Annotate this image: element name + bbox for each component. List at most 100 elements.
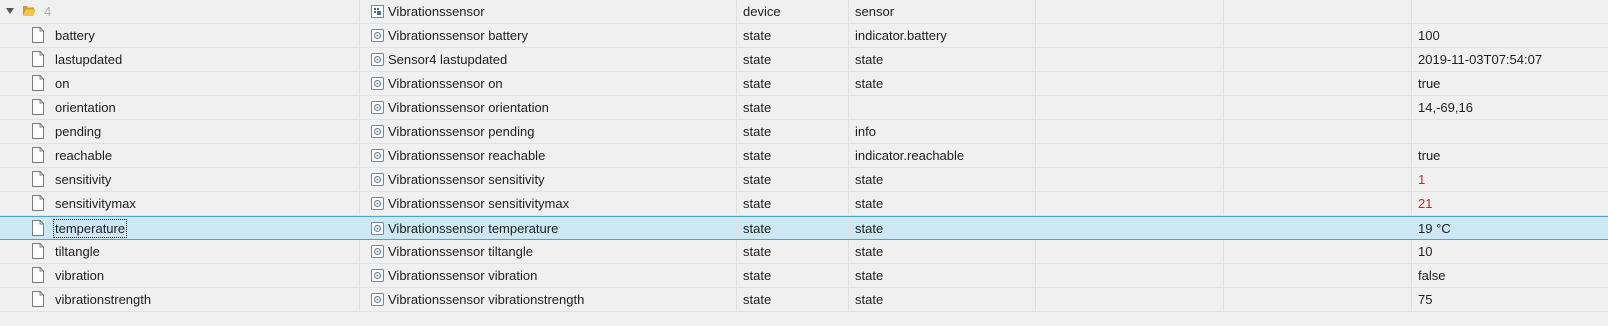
room-cell xyxy=(1036,217,1224,239)
tree-row-on[interactable]: on Vibrationssensor on state state true xyxy=(0,72,1608,96)
tree-row-reachable[interactable]: reachable Vibrationssensor reachable sta… xyxy=(0,144,1608,168)
type-cell: state xyxy=(737,240,849,263)
role-cell: state xyxy=(849,72,1036,95)
value-cell[interactable]: 10 xyxy=(1412,240,1608,263)
file-icon xyxy=(32,220,44,236)
function-cell xyxy=(1224,24,1412,47)
state-type-label: state xyxy=(743,28,772,43)
state-icon xyxy=(371,29,384,42)
state-value-label[interactable]: 19 °C xyxy=(1412,221,1451,236)
state-role-label: state xyxy=(855,292,884,307)
state-type-label: state xyxy=(743,52,772,67)
tree-row-vibrationstrength[interactable]: vibrationstrength Vibrationssensor vibra… xyxy=(0,288,1608,312)
id-cell: tiltangle xyxy=(0,240,360,263)
tree-row-device[interactable]: 4 Vibrationssensor device sensor xyxy=(0,0,1608,24)
state-type-label: state xyxy=(743,244,772,259)
id-cell: sensitivity xyxy=(0,168,360,191)
room-cell xyxy=(1036,240,1224,263)
role-cell: indicator.battery xyxy=(849,24,1036,47)
state-type-label: state xyxy=(743,292,772,307)
value-cell[interactable]: false xyxy=(1412,264,1608,287)
value-cell[interactable]: 19 °C xyxy=(1412,217,1608,239)
state-type-label: state xyxy=(743,124,772,139)
tree-row-tiltangle[interactable]: tiltangle Vibrationssensor tiltangle sta… xyxy=(0,240,1608,264)
room-cell xyxy=(1036,0,1224,23)
state-role-label: state xyxy=(855,220,884,236)
value-cell[interactable]: 21 xyxy=(1412,192,1608,215)
state-value-label[interactable]: 75 xyxy=(1412,292,1432,307)
state-name-label: Vibrationssensor vibrationstrength xyxy=(388,292,585,307)
name-cell: Vibrationssensor sensitivitymax xyxy=(360,192,737,215)
value-cell[interactable]: 100 xyxy=(1412,24,1608,47)
type-cell: state xyxy=(737,96,849,119)
state-value-label[interactable]: 100 xyxy=(1412,28,1440,43)
file-icon xyxy=(32,195,44,211)
state-name-label: Vibrationssensor temperature xyxy=(388,220,559,236)
id-cell: vibration xyxy=(0,264,360,287)
tree-row-sensitivitymax[interactable]: sensitivitymax Vibrationssensor sensitiv… xyxy=(0,192,1608,216)
state-name-label: Vibrationssensor pending xyxy=(388,124,535,139)
state-role-label: indicator.battery xyxy=(855,28,947,43)
name-cell: Vibrationssensor vibrationstrength xyxy=(360,288,737,311)
file-icon xyxy=(32,75,44,91)
device-id-label: 4 xyxy=(44,4,52,19)
state-id-label: battery xyxy=(55,28,95,43)
tree-row-orientation[interactable]: orientation Vibrationssensor orientation… xyxy=(0,96,1608,120)
folder-open-icon xyxy=(23,6,36,16)
room-cell xyxy=(1036,96,1224,119)
function-cell xyxy=(1224,264,1412,287)
function-cell xyxy=(1224,72,1412,95)
tree-row-lastupdated[interactable]: lastupdated Sensor4 lastupdated state st… xyxy=(0,48,1608,72)
state-value-label[interactable]: 2019-11-03T07:54:07 xyxy=(1412,52,1542,67)
collapse-arrow-icon[interactable] xyxy=(6,8,14,14)
id-cell: pending xyxy=(0,120,360,143)
state-name-label: Vibrationssensor sensitivity xyxy=(388,172,545,187)
value-cell[interactable]: 1 xyxy=(1412,168,1608,191)
device-role-label: sensor xyxy=(855,4,895,19)
state-icon xyxy=(371,245,384,258)
state-id-label: sensitivitymax xyxy=(55,196,136,211)
state-value-label[interactable]: 1 xyxy=(1412,172,1425,187)
tree-row-battery[interactable]: battery Vibrationssensor battery state i… xyxy=(0,24,1608,48)
state-icon xyxy=(371,77,384,90)
file-icon xyxy=(32,27,44,43)
value-cell[interactable]: 14,-69,16 xyxy=(1412,96,1608,119)
state-value-label[interactable]: 21 xyxy=(1412,196,1432,211)
state-value-label[interactable]: true xyxy=(1412,76,1440,91)
room-cell xyxy=(1036,48,1224,71)
type-cell: state xyxy=(737,48,849,71)
name-cell: Vibrationssensor vibration xyxy=(360,264,737,287)
role-cell: state xyxy=(849,48,1036,71)
role-cell: indicator.reachable xyxy=(849,144,1036,167)
state-value-label[interactable]: true xyxy=(1412,148,1440,163)
value-cell[interactable]: true xyxy=(1412,72,1608,95)
name-cell: Vibrationssensor pending xyxy=(360,120,737,143)
function-cell xyxy=(1224,192,1412,215)
tree-row-vibration[interactable]: vibration Vibrationssensor vibration sta… xyxy=(0,264,1608,288)
function-cell xyxy=(1224,217,1412,239)
device-icon xyxy=(371,5,384,18)
tree-row-sensitivity[interactable]: sensitivity Vibrationssensor sensitivity… xyxy=(0,168,1608,192)
room-cell xyxy=(1036,72,1224,95)
type-cell: state xyxy=(737,144,849,167)
state-id-label: lastupdated xyxy=(55,52,123,67)
value-cell[interactable]: 75 xyxy=(1412,288,1608,311)
tree-row-temperature[interactable]: temperature Vibrationssensor temperature… xyxy=(0,216,1608,240)
file-icon xyxy=(32,267,44,283)
value-cell[interactable] xyxy=(1412,120,1608,143)
type-cell: state xyxy=(737,217,849,239)
state-id-label: tiltangle xyxy=(55,244,100,259)
state-role-label: indicator.reachable xyxy=(855,148,965,163)
tree-row-pending[interactable]: pending Vibrationssensor pending state i… xyxy=(0,120,1608,144)
room-cell xyxy=(1036,264,1224,287)
function-cell xyxy=(1224,144,1412,167)
state-value-label[interactable]: 14,-69,16 xyxy=(1412,100,1473,115)
state-value-label[interactable]: 10 xyxy=(1412,244,1432,259)
value-cell[interactable]: true xyxy=(1412,144,1608,167)
state-id-label: reachable xyxy=(55,148,113,163)
state-value-label[interactable]: false xyxy=(1412,268,1445,283)
state-type-label: state xyxy=(743,220,772,236)
function-cell xyxy=(1224,0,1412,23)
value-cell[interactable]: 2019-11-03T07:54:07 xyxy=(1412,48,1608,71)
state-icon xyxy=(371,101,384,114)
